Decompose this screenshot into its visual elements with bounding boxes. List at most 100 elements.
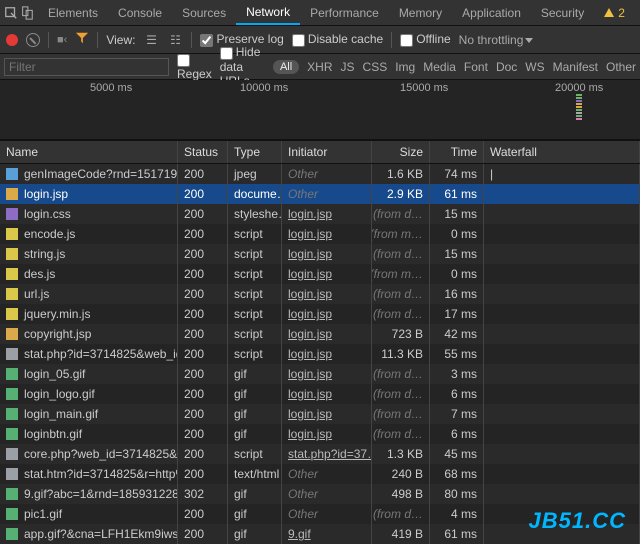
clear-icon[interactable] <box>26 33 40 47</box>
col-type[interactable]: Type <box>228 141 282 163</box>
inspect-icon[interactable] <box>4 5 18 21</box>
type-cell: script <box>228 264 282 284</box>
initiator-cell[interactable]: login.jsp <box>288 427 332 441</box>
initiator-cell[interactable]: login.jsp <box>288 387 332 401</box>
disable-cache-checkbox[interactable]: Disable cache <box>292 32 383 46</box>
filter-type-manifest[interactable]: Manifest <box>553 60 598 74</box>
table-row[interactable]: encode.js200scriptlogin.jsp(from m…0 ms <box>0 224 640 244</box>
filter-type-other[interactable]: Other <box>606 60 636 74</box>
size-cell: 723 B <box>372 324 430 344</box>
table-row[interactable]: stat.php?id=3714825&web_id=…200scriptlog… <box>0 344 640 364</box>
initiator-cell[interactable]: login.jsp <box>288 407 332 421</box>
offline-checkbox[interactable]: Offline <box>400 32 450 46</box>
filter-type-xhr[interactable]: XHR <box>307 60 332 74</box>
table-row[interactable]: login.jsp200docume…Other2.9 KB61 ms <box>0 184 640 204</box>
waterfall-cell <box>484 384 640 404</box>
status-cell: 200 <box>178 224 228 244</box>
status-cell: 200 <box>178 264 228 284</box>
time-cell: 68 ms <box>430 464 484 484</box>
type-cell: script <box>228 224 282 244</box>
col-name[interactable]: Name <box>0 141 178 163</box>
filter-type-js[interactable]: JS <box>341 60 355 74</box>
filter-type-img[interactable]: Img <box>395 60 415 74</box>
throttling-dropdown[interactable]: No throttling <box>459 33 534 47</box>
col-waterfall[interactable]: Waterfall <box>484 141 640 163</box>
size-cell: (from d… <box>372 404 430 424</box>
table-row[interactable]: login_05.gif200giflogin.jsp(from d…3 ms <box>0 364 640 384</box>
initiator-cell[interactable]: login.jsp <box>288 207 332 221</box>
table-row[interactable]: genImageCode?rnd=15171941…200jpegOther1.… <box>0 164 640 184</box>
more-menu-icon[interactable]: ⋮ <box>633 6 640 20</box>
filter-type-media[interactable]: Media <box>423 60 456 74</box>
col-initiator[interactable]: Initiator <box>282 141 372 163</box>
regex-checkbox[interactable]: Regex <box>177 52 212 80</box>
type-cell: gif <box>228 524 282 544</box>
table-row[interactable]: string.js200scriptlogin.jsp(from d…15 ms <box>0 244 640 264</box>
table-row[interactable]: login_logo.gif200giflogin.jsp(from d…6 m… <box>0 384 640 404</box>
initiator-cell[interactable]: stat.php?id=37… <box>288 447 372 461</box>
col-size[interactable]: Size <box>372 141 430 163</box>
table-row[interactable]: stat.htm?id=3714825&r=http%…200text/html… <box>0 464 640 484</box>
type-cell: script <box>228 304 282 324</box>
table-row[interactable]: core.php?web_id=3714825&sh…200scriptstat… <box>0 444 640 464</box>
status-cell: 200 <box>178 404 228 424</box>
filter-type-all[interactable]: All <box>273 60 299 74</box>
table-row[interactable]: pic1.gif200gifOther(from d…4 ms <box>0 504 640 524</box>
filter-type-css[interactable]: CSS <box>363 60 388 74</box>
initiator-cell[interactable]: login.jsp <box>288 367 332 381</box>
table-row[interactable]: des.js200scriptlogin.jsp(from m…0 ms <box>0 264 640 284</box>
tab-network[interactable]: Network <box>236 0 300 25</box>
initiator-cell[interactable]: login.jsp <box>288 307 332 321</box>
size-cell: 2.9 KB <box>372 184 430 204</box>
file-icon <box>6 428 18 440</box>
initiator-cell[interactable]: 9.gif <box>288 527 311 541</box>
table-row[interactable]: copyright.jsp200scriptlogin.jsp723 B42 m… <box>0 324 640 344</box>
table-row[interactable]: 9.gif?abc=1&rnd=1859312282302gifOther498… <box>0 484 640 504</box>
filter-icon[interactable] <box>75 31 89 48</box>
initiator-cell[interactable]: login.jsp <box>288 347 332 361</box>
tab-security[interactable]: Security <box>531 0 594 25</box>
initiator-cell[interactable]: login.jsp <box>288 327 332 341</box>
tab-console[interactable]: Console <box>108 0 172 25</box>
filter-type-ws[interactable]: WS <box>525 60 544 74</box>
type-cell: gif <box>228 484 282 504</box>
waterfall-cell <box>484 244 640 264</box>
filter-type-font[interactable]: Font <box>464 60 488 74</box>
file-icon <box>6 228 18 240</box>
status-cell: 200 <box>178 444 228 464</box>
filter-input[interactable] <box>4 58 169 76</box>
filter-type-doc[interactable]: Doc <box>496 60 517 74</box>
col-status[interactable]: Status <box>178 141 228 163</box>
table-row[interactable]: app.gif?&cna=LFH1Ekm9iwsC…200gif9.gif419… <box>0 524 640 544</box>
tab-memory[interactable]: Memory <box>389 0 452 25</box>
tab-application[interactable]: Application <box>452 0 531 25</box>
overview-icon[interactable]: ☷ <box>167 32 183 48</box>
camera-icon[interactable]: ■‹ <box>57 34 67 46</box>
warning-indicator[interactable]: 2 <box>598 6 631 20</box>
col-time[interactable]: Time <box>430 141 484 163</box>
initiator-cell[interactable]: login.jsp <box>288 247 332 261</box>
timeline-overview[interactable]: 5000 ms 10000 ms 15000 ms 20000 ms <box>0 80 640 140</box>
initiator-cell: Other <box>288 167 318 181</box>
table-row[interactable]: login_main.gif200giflogin.jsp(from d…7 m… <box>0 404 640 424</box>
table-row[interactable]: jquery.min.js200scriptlogin.jsp(from d…1… <box>0 304 640 324</box>
table-row[interactable]: login.css200styleshe…login.jsp(from d…15… <box>0 204 640 224</box>
table-row[interactable]: url.js200scriptlogin.jsp(from d…16 ms <box>0 284 640 304</box>
timeline-tick: 5000 ms <box>90 82 132 94</box>
device-icon[interactable] <box>20 5 34 21</box>
initiator-cell[interactable]: login.jsp <box>288 227 332 241</box>
time-cell: 15 ms <box>430 204 484 224</box>
large-rows-icon[interactable]: ☰ <box>143 32 159 48</box>
separator <box>391 32 392 48</box>
size-cell: 1.6 KB <box>372 164 430 184</box>
initiator-cell[interactable]: login.jsp <box>288 287 332 301</box>
file-icon <box>6 168 18 180</box>
tab-sources[interactable]: Sources <box>172 0 236 25</box>
size-cell: (from m… <box>372 224 430 244</box>
tab-elements[interactable]: Elements <box>38 0 108 25</box>
tab-performance[interactable]: Performance <box>300 0 389 25</box>
record-icon[interactable] <box>6 34 18 46</box>
timeline-tick: 15000 ms <box>400 82 448 94</box>
initiator-cell[interactable]: login.jsp <box>288 267 332 281</box>
table-row[interactable]: loginbtn.gif200giflogin.jsp(from d…6 ms <box>0 424 640 444</box>
